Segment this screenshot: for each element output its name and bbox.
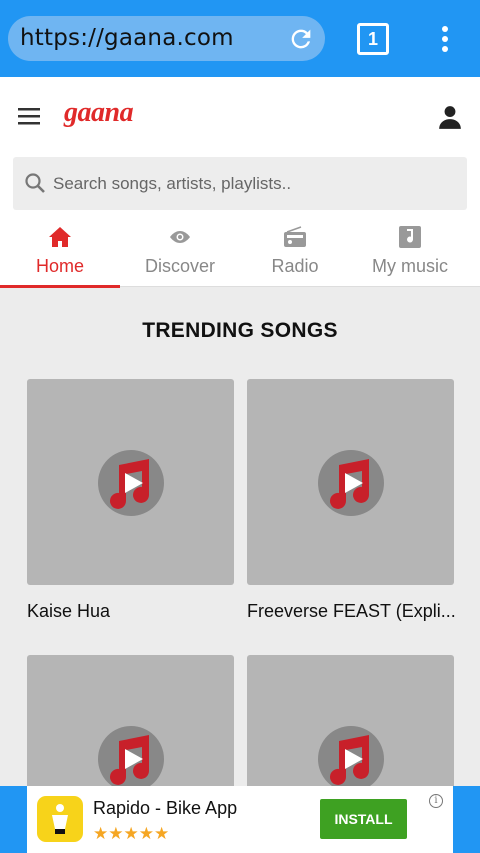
tab-label: Home — [35, 256, 84, 276]
section-title: TRENDING SONGS — [142, 319, 338, 342]
ad-info-icon[interactable]: i — [429, 794, 443, 808]
hamburger-menu-icon[interactable] — [18, 107, 40, 125]
tab-label: My music — [372, 256, 448, 276]
radio-icon — [284, 226, 306, 247]
music-play-icon — [98, 726, 164, 792]
tab-label: Radio — [271, 256, 319, 276]
tab-discover[interactable]: Discover — [120, 217, 240, 287]
song-card[interactable]: Kaise Hua — [27, 379, 234, 621]
tab-switcher-button[interactable]: 1 — [357, 23, 389, 55]
install-button[interactable]: INSTALL — [320, 799, 407, 839]
address-bar[interactable]: https://gaana.com — [8, 16, 325, 61]
music-play-icon — [318, 450, 384, 516]
song-thumbnail[interactable] — [27, 379, 234, 585]
rating-stars: ★★★★★ — [93, 824, 170, 843]
overflow-menu-icon[interactable] — [436, 24, 454, 54]
ad-banner-frame: Rapido - Bike App ★★★★★ INSTALL i — [0, 786, 480, 853]
eye-icon — [170, 231, 190, 243]
tab-home[interactable]: Home — [0, 217, 120, 288]
reload-icon[interactable] — [287, 25, 315, 53]
search-icon — [25, 173, 45, 193]
browser-toolbar: https://gaana.com 1 — [0, 0, 480, 77]
url-text[interactable]: https://gaana.com — [20, 25, 234, 51]
scooter-rider-icon — [52, 804, 68, 834]
ad-banner[interactable]: Rapido - Bike App ★★★★★ INSTALL i — [27, 786, 453, 853]
user-account-icon[interactable] — [437, 104, 463, 130]
home-icon — [49, 227, 71, 247]
music-note-icon — [399, 226, 421, 248]
tab-radio[interactable]: Radio — [235, 217, 355, 287]
main-tabs: Home Discover Radio My music — [0, 217, 480, 288]
song-thumbnail[interactable] — [247, 379, 454, 585]
music-play-icon — [98, 450, 164, 516]
tab-label: Discover — [144, 256, 215, 276]
search-box[interactable] — [13, 157, 467, 210]
search-input[interactable] — [53, 157, 453, 210]
search-area — [0, 157, 480, 217]
song-title[interactable]: Kaise Hua — [27, 601, 237, 622]
rapido-app-icon[interactable] — [37, 796, 83, 842]
song-title[interactable]: Freeverse FEAST (Expli... — [247, 601, 457, 622]
music-play-icon — [318, 726, 384, 792]
gaana-logo[interactable]: gaana — [64, 97, 134, 129]
song-card[interactable]: Freeverse FEAST (Expli... — [247, 379, 456, 621]
tab-my-music[interactable]: My music — [350, 217, 470, 287]
app-header: gaana — [0, 77, 480, 157]
ad-title[interactable]: Rapido - Bike App — [93, 798, 237, 819]
